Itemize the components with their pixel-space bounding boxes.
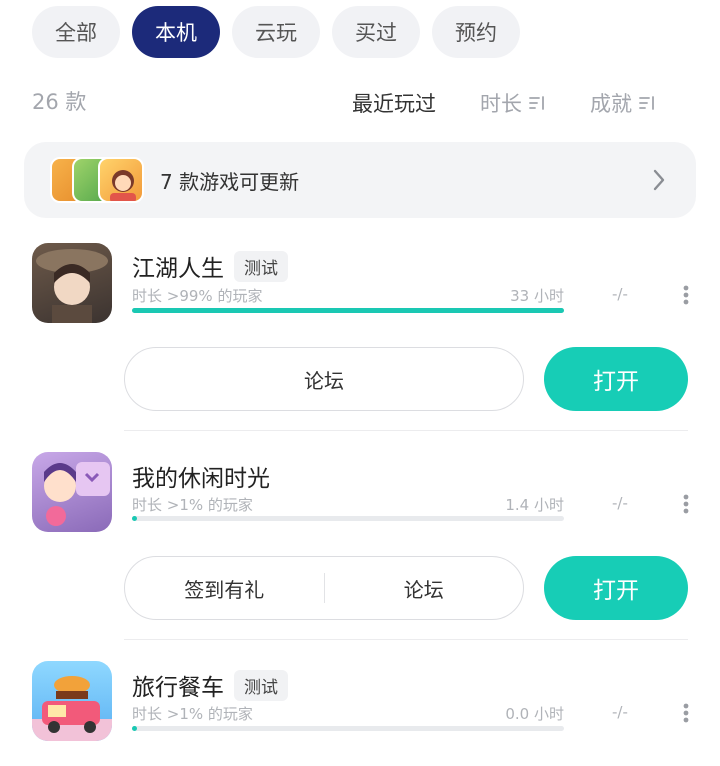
achievement-rating: -/- xyxy=(612,285,628,303)
sort-playtime-label: 时长 xyxy=(480,92,522,116)
more-icon[interactable] xyxy=(682,493,690,515)
game-icon-food-truck[interactable] xyxy=(32,661,112,741)
test-tag: 测试 xyxy=(234,250,288,282)
achievement-rating: -/- xyxy=(612,703,628,721)
action-group: 签到有礼 论坛 xyxy=(124,556,524,620)
game-title[interactable]: 我的休闲时光 xyxy=(132,459,270,493)
game-name: 我的休闲时光 xyxy=(132,466,270,492)
more-icon[interactable] xyxy=(682,284,690,306)
playtime: 1.4 小时 xyxy=(505,496,564,514)
tab-purchased[interactable]: 买过 xyxy=(332,6,420,58)
checkin-reward-button[interactable]: 签到有礼 xyxy=(125,574,324,603)
game-count: 26 款 xyxy=(32,90,87,114)
tab-reserved[interactable]: 预约 xyxy=(432,6,520,58)
tab-all[interactable]: 全部 xyxy=(32,6,120,58)
game-icon-jianghu[interactable] xyxy=(32,243,112,323)
sort-achievement[interactable]: 成就 xyxy=(590,88,656,118)
sort-achievement-label: 成就 xyxy=(590,92,632,116)
playtime-progress-fill xyxy=(132,726,138,731)
update-banner-text: 7 款游戏可更新 xyxy=(160,169,300,194)
sort-recent-label: 最近玩过 xyxy=(352,92,436,116)
divider xyxy=(124,430,688,431)
game-icon-leisure-time[interactable] xyxy=(32,452,112,532)
game-thumbnail-icon xyxy=(98,157,144,203)
game-name: 旅行餐车 xyxy=(132,675,224,701)
update-game-icons xyxy=(50,157,150,203)
chevron-right-icon xyxy=(653,169,665,191)
game-name: 江湖人生 xyxy=(132,256,224,282)
sort-list-icon xyxy=(639,96,654,110)
playtime: 33 小时 xyxy=(510,287,564,305)
playtime-rank: 时长 >1% 的玩家 xyxy=(132,705,253,723)
open-button[interactable]: 打开 xyxy=(544,347,688,411)
more-icon[interactable] xyxy=(682,702,690,724)
playtime: 0.0 小时 xyxy=(505,705,564,723)
achievement-rating: -/- xyxy=(612,494,628,512)
action-group: 论坛 xyxy=(124,347,524,411)
tab-local[interactable]: 本机 xyxy=(132,6,220,58)
forum-button[interactable]: 论坛 xyxy=(125,365,523,394)
open-button[interactable]: 打开 xyxy=(544,556,688,620)
playtime-progress-fill xyxy=(132,308,564,313)
tab-cloud[interactable]: 云玩 xyxy=(232,6,320,58)
game-title[interactable]: 旅行餐车 测试 xyxy=(132,668,288,702)
sort-list-icon xyxy=(529,96,544,110)
test-tag: 测试 xyxy=(234,669,288,701)
filter-tabs: 全部 本机 云玩 买过 预约 xyxy=(32,6,520,58)
sort-recent[interactable]: 最近玩过 xyxy=(352,88,436,118)
playtime-progress-bar xyxy=(132,308,564,313)
sort-options: 最近玩过 时长 成就 xyxy=(352,88,656,118)
update-banner[interactable]: 7 款游戏可更新 xyxy=(24,142,696,218)
playtime-rank: 时长 >1% 的玩家 xyxy=(132,496,253,514)
game-library-page: 全部 本机 云玩 买过 预约 26 款 最近玩过 时长 成就 7 款游戏可更新 … xyxy=(0,0,720,766)
game-title[interactable]: 江湖人生 测试 xyxy=(132,249,288,283)
playtime-progress-bar xyxy=(132,726,564,731)
divider xyxy=(124,639,688,640)
playtime-progress-bar xyxy=(132,516,564,521)
playtime-progress-fill xyxy=(132,516,138,521)
forum-button[interactable]: 论坛 xyxy=(325,574,524,603)
playtime-rank: 时长 >99% 的玩家 xyxy=(132,287,263,305)
sort-playtime[interactable]: 时长 xyxy=(480,88,546,118)
